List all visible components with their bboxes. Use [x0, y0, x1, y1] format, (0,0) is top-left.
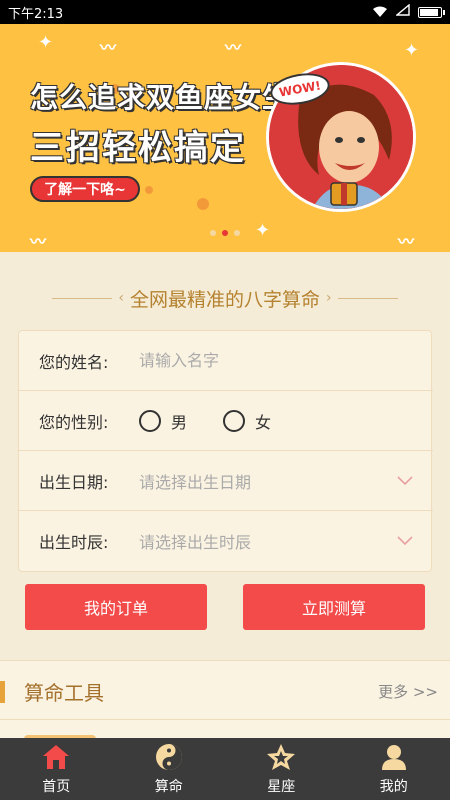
- squiggle-decoration: 〰: [100, 38, 117, 57]
- sparkle-icon: ✦: [255, 220, 271, 241]
- pager-dot[interactable]: [234, 230, 240, 236]
- my-orders-button[interactable]: 我的订单: [25, 584, 207, 630]
- tab-horoscope[interactable]: 星座: [225, 738, 338, 800]
- tab-home[interactable]: 首页: [0, 738, 113, 800]
- pager-dot-active[interactable]: [222, 230, 228, 236]
- user-icon: [379, 742, 409, 772]
- bottom-tab-bar: 首页 算命 星座 我的: [0, 738, 450, 800]
- tools-more-link[interactable]: 更多 >>: [378, 681, 438, 702]
- birth-date-select[interactable]: 请选择出生日期: [139, 469, 397, 493]
- gender-option-label: 男: [171, 412, 188, 432]
- squiggle-decoration: 〰: [225, 38, 242, 57]
- gender-option-male[interactable]: 男: [139, 409, 187, 433]
- birth-date-label: 出生日期:: [39, 472, 109, 492]
- squiggle-decoration: 〰: [30, 232, 47, 251]
- tools-section: 算命工具 更多 >>: [0, 660, 450, 743]
- status-time: 下午2:13: [8, 6, 64, 22]
- tab-label: 我的: [379, 779, 408, 795]
- tab-label: 星座: [267, 779, 296, 795]
- dot-decoration: [145, 186, 153, 194]
- gender-row: 您的性别: 男 女: [19, 391, 433, 451]
- chevron-down-icon[interactable]: [397, 475, 413, 486]
- sparkle-icon: ✦: [38, 32, 54, 53]
- gender-option-label: 女: [255, 412, 272, 432]
- section-accent-bar: [0, 681, 5, 703]
- gender-label: 您的性别:: [39, 412, 109, 432]
- squiggle-decoration: 〰: [398, 232, 415, 251]
- section-title-text: 全网最精准的八字算命: [129, 288, 320, 311]
- banner-pager: [210, 230, 240, 236]
- tab-label: 算命: [154, 779, 183, 795]
- fortune-form: 您的姓名: 您的性别: 男 女 出生日期: 请选择出生日期 出生时辰: 请选择出…: [18, 330, 433, 572]
- home-icon: [41, 742, 71, 772]
- status-bar: 下午2:13: [0, 0, 450, 24]
- divider-line: [52, 297, 113, 299]
- birth-time-select[interactable]: 请选择出生时辰: [139, 529, 397, 553]
- promo-banner[interactable]: ✦ ✦ ✦ 〰 〰 〰 〰 怎么追求双鱼座女生 三招轻松搞定 了解一下咯~ WO…: [0, 24, 450, 252]
- star-icon: [266, 742, 296, 772]
- angle-right-decoration: ›: [326, 290, 332, 306]
- status-icons: [372, 3, 445, 20]
- sparkle-icon: ✦: [404, 40, 420, 61]
- gender-option-female[interactable]: 女: [223, 409, 271, 433]
- birth-time-label: 出生时辰:: [39, 533, 109, 552]
- name-input[interactable]: [139, 351, 413, 370]
- tab-label: 首页: [42, 779, 71, 795]
- birth-date-row[interactable]: 出生日期: 请选择出生日期: [19, 451, 433, 511]
- divider-line: [337, 297, 398, 299]
- radio-circle-icon[interactable]: [139, 409, 161, 432]
- divider-line: [0, 719, 450, 720]
- radio-circle-icon[interactable]: [223, 409, 246, 432]
- dot-decoration: [197, 198, 209, 210]
- wifi-icon: [372, 6, 388, 18]
- tab-profile[interactable]: 我的: [338, 738, 450, 800]
- banner-title-line1: 怎么追求双鱼座女生: [30, 81, 292, 114]
- calculate-now-button[interactable]: 立即测算: [243, 584, 425, 630]
- banner-title-line2: 三招轻松搞定: [30, 128, 246, 168]
- tab-fortune[interactable]: 算命: [113, 738, 226, 800]
- yin-yang-icon: [154, 742, 184, 772]
- chevron-down-icon[interactable]: [397, 536, 413, 546]
- signal-icon: [395, 3, 410, 20]
- angle-left-decoration: ‹: [118, 290, 124, 306]
- pager-dot[interactable]: [210, 230, 216, 236]
- name-label: 您的姓名:: [39, 352, 109, 372]
- banner-cta-button[interactable]: 了解一下咯~: [30, 176, 140, 202]
- section-title: ‹ 全网最精准的八字算命 ›: [0, 280, 450, 316]
- birth-time-row[interactable]: 出生时辰: 请选择出生时辰: [19, 511, 433, 571]
- tools-title: 算命工具: [24, 681, 104, 705]
- name-row: 您的姓名:: [19, 331, 433, 391]
- battery-icon: [418, 6, 445, 18]
